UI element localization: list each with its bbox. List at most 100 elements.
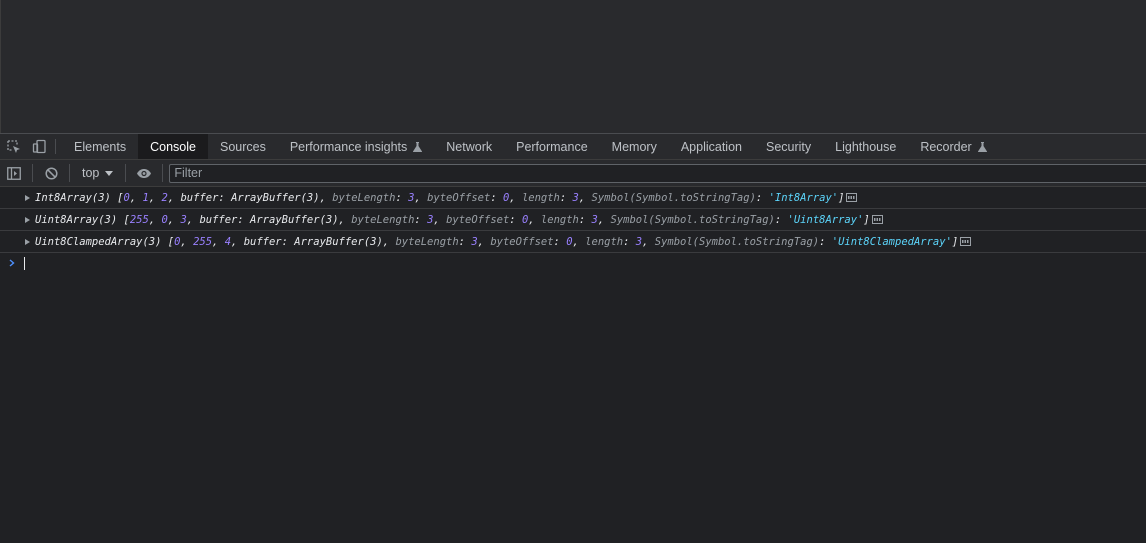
clear-console-icon[interactable] bbox=[37, 160, 65, 186]
tab-label: Console bbox=[150, 139, 196, 154]
punctuation: [ bbox=[117, 213, 130, 226]
punctuation: , bbox=[433, 213, 447, 226]
punctuation: : bbox=[414, 213, 428, 226]
tab-elements[interactable]: Elements bbox=[62, 134, 138, 159]
tab-memory[interactable]: Memory bbox=[600, 134, 669, 159]
inspect-element-icon[interactable] bbox=[0, 134, 26, 159]
property-key: length bbox=[585, 235, 624, 248]
tab-label: Elements bbox=[74, 139, 127, 154]
devtools-tabbar: Elements Console Sources Performance insigh… bbox=[0, 133, 1146, 160]
property-key: byteLength bbox=[332, 191, 396, 204]
execution-context-select[interactable]: top bbox=[74, 160, 121, 186]
punctuation: , bbox=[148, 191, 162, 204]
device-toolbar-icon[interactable] bbox=[26, 134, 52, 159]
punctuation: : bbox=[458, 235, 472, 248]
punctuation: , bbox=[338, 213, 352, 226]
toolbar-separator bbox=[125, 164, 127, 182]
punctuation: : bbox=[509, 213, 522, 226]
tab-performance[interactable]: Performance bbox=[504, 134, 600, 159]
punctuation: , bbox=[167, 191, 181, 204]
property-key: byteOffset bbox=[427, 191, 491, 204]
property-key: length bbox=[521, 191, 560, 204]
array-value: 255 bbox=[193, 235, 213, 248]
prompt-chevron-icon bbox=[9, 259, 15, 267]
object-type-label: Int8Array(3) bbox=[35, 191, 111, 204]
punctuation: ] bbox=[863, 213, 870, 226]
punctuation: , bbox=[180, 235, 194, 248]
punctuation: : bbox=[819, 235, 832, 248]
property-key: byteLength bbox=[395, 235, 459, 248]
console-message[interactable]: Int8Array(3) [0, 1, 2, buffer: ArrayBuff… bbox=[0, 187, 1146, 209]
expand-triangle-icon[interactable] bbox=[25, 238, 30, 245]
tab-lighthouse[interactable]: Lighthouse bbox=[823, 134, 908, 159]
array-value: 255 bbox=[129, 213, 149, 226]
property-value: ArrayBuffer(3) bbox=[231, 191, 320, 204]
punctuation: [ bbox=[161, 235, 175, 248]
punctuation: : bbox=[559, 191, 573, 204]
punctuation: : bbox=[281, 235, 295, 248]
property-key: byteOffset bbox=[490, 235, 554, 248]
tab-label: Network bbox=[446, 139, 493, 154]
info-icon[interactable] bbox=[846, 193, 858, 202]
symbol-key: Symbol(Symbol.toStringTag) bbox=[591, 191, 756, 204]
property-key: buffer bbox=[180, 191, 219, 204]
console-output: Int8Array(3) [0, 1, 2, buffer: ArrayBuff… bbox=[0, 187, 1146, 543]
console-prompt[interactable] bbox=[0, 253, 1146, 273]
console-message[interactable]: Uint8Array(3) [255, 0, 3, buffer: ArrayB… bbox=[0, 209, 1146, 231]
chevron-down-icon bbox=[105, 170, 114, 176]
tab-label: Performance insights bbox=[289, 139, 408, 154]
punctuation: ] bbox=[951, 235, 959, 248]
filter-input[interactable] bbox=[169, 163, 1146, 183]
symbol-key: Symbol(Symbol.toStringTag) bbox=[654, 235, 820, 248]
tab-label: Performance bbox=[516, 139, 588, 154]
toolbar-separator bbox=[162, 164, 164, 182]
live-expression-eye-icon[interactable] bbox=[130, 160, 158, 186]
tab-label: Application bbox=[680, 139, 742, 154]
punctuation: : bbox=[774, 213, 788, 226]
panel-tabs: Elements Console Sources Performance insigh… bbox=[62, 134, 999, 159]
punctuation: : bbox=[578, 213, 592, 226]
tab-application[interactable]: Application bbox=[669, 134, 754, 159]
tab-network[interactable]: Network bbox=[434, 134, 504, 159]
tab-security[interactable]: Security bbox=[754, 134, 823, 159]
punctuation: : bbox=[218, 191, 232, 204]
sidebar-toggle-icon[interactable] bbox=[0, 160, 28, 186]
punctuation: , bbox=[382, 235, 396, 248]
object-type-label: Uint8ClampedArray(3) bbox=[35, 235, 162, 248]
toolbar-separator bbox=[32, 164, 33, 182]
object-type-label: Uint8Array(3) bbox=[35, 213, 118, 226]
expand-triangle-icon[interactable] bbox=[25, 216, 30, 223]
text-cursor bbox=[24, 256, 25, 270]
punctuation: : bbox=[237, 213, 251, 226]
punctuation: , bbox=[477, 235, 491, 248]
info-icon[interactable] bbox=[871, 215, 883, 224]
tab-label: Security bbox=[765, 139, 812, 154]
toolbar-separator bbox=[69, 164, 70, 182]
tab-label: Lighthouse bbox=[835, 139, 897, 154]
property-value: ArrayBuffer(3) bbox=[250, 213, 339, 226]
punctuation: , bbox=[319, 191, 333, 204]
punctuation: : bbox=[553, 235, 567, 248]
page-viewport bbox=[0, 0, 1146, 133]
tab-console[interactable]: Console bbox=[138, 134, 208, 159]
punctuation: , bbox=[642, 235, 655, 248]
flask-icon bbox=[413, 141, 423, 152]
console-message[interactable]: Uint8ClampedArray(3) [0, 255, 4, buffer:… bbox=[0, 231, 1146, 253]
flask-icon bbox=[977, 141, 987, 152]
punctuation: , bbox=[528, 213, 541, 226]
info-icon[interactable] bbox=[960, 237, 972, 246]
punctuation: [ bbox=[110, 191, 124, 204]
symbol-value: 'Uint8ClampedArray' bbox=[831, 235, 952, 248]
punctuation: , bbox=[167, 213, 181, 226]
tab-recorder[interactable]: Recorder bbox=[908, 134, 998, 159]
tab-sources[interactable]: Sources bbox=[208, 134, 278, 159]
punctuation: , bbox=[148, 213, 162, 226]
expand-triangle-icon[interactable] bbox=[25, 194, 30, 201]
tab-performance-insights[interactable]: Performance insights bbox=[278, 134, 434, 159]
punctuation: , bbox=[509, 191, 522, 204]
property-key: buffer bbox=[199, 213, 238, 226]
punctuation: ] bbox=[838, 191, 845, 204]
console-toolbar: top bbox=[0, 160, 1146, 187]
punctuation: , bbox=[129, 191, 143, 204]
punctuation: , bbox=[578, 191, 592, 204]
